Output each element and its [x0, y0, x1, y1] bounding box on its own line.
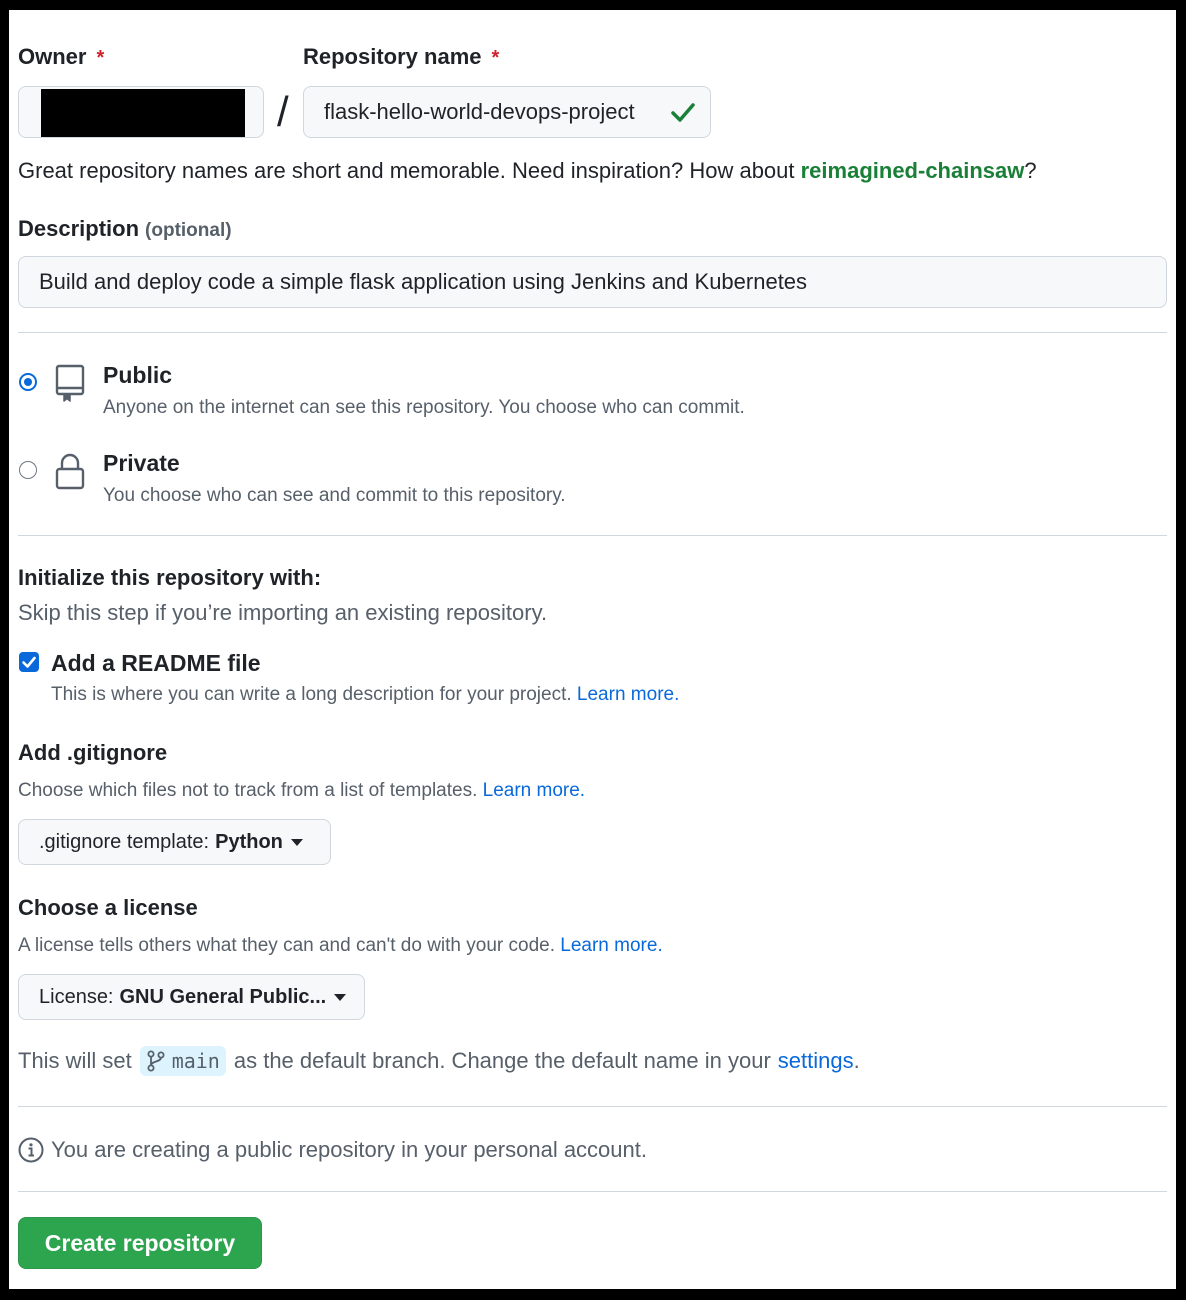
- public-desc: Anyone on the internet can see this repo…: [103, 397, 745, 418]
- gitignore-template-select[interactable]: .gitignore template: Python: [18, 819, 331, 865]
- divider: [18, 332, 1167, 333]
- checkmark-icon: [22, 656, 36, 668]
- create-repo-form: Owner * / Repository name * Great reposito…: [9, 10, 1176, 1289]
- gitignore-title: Add .gitignore: [18, 740, 168, 765]
- gitignore-desc-text: Choose which files not to track from a l…: [18, 780, 478, 801]
- gitignore-select-value: Python: [215, 830, 283, 853]
- private-radio[interactable]: [19, 461, 37, 479]
- hint-end: ?: [1024, 158, 1037, 183]
- description-input[interactable]: [39, 257, 1139, 307]
- branch-name: main: [171, 1049, 220, 1073]
- readme-checkbox[interactable]: [19, 652, 39, 672]
- private-desc: You choose who can see and commit to thi…: [103, 485, 566, 506]
- divider: [18, 1191, 1167, 1192]
- repo-name-label-text: Repository name: [303, 44, 482, 69]
- description-field[interactable]: [18, 256, 1167, 308]
- owner-redacted-value: [41, 89, 245, 137]
- gitignore-learn-more-link[interactable]: Learn more.: [483, 780, 585, 801]
- branch-pill: main: [139, 1046, 226, 1076]
- license-title: Choose a license: [18, 895, 198, 920]
- private-title: Private: [103, 450, 180, 476]
- license-select[interactable]: License: GNU General Public...: [18, 974, 365, 1020]
- readme-learn-more-link[interactable]: Learn more.: [577, 684, 679, 705]
- license-select-prefix: License:: [39, 985, 114, 1008]
- public-title: Public: [103, 362, 173, 388]
- git-branch-icon: [147, 1050, 165, 1072]
- lock-icon: [54, 452, 86, 497]
- default-branch-note: This will set main as the default branch…: [18, 1046, 860, 1076]
- license-desc-text: A license tells others what they can and…: [18, 935, 555, 956]
- readme-desc: This is where you can write a long descr…: [51, 684, 679, 706]
- owner-select[interactable]: [18, 86, 264, 138]
- owner-label: Owner *: [18, 44, 104, 70]
- chevron-down-icon: [334, 993, 347, 1001]
- name-suggestion-link[interactable]: reimagined-chainsaw: [801, 158, 1025, 183]
- init-title: Initialize this repository with:: [18, 565, 322, 590]
- repo-name-field[interactable]: [303, 86, 711, 138]
- repo-name-hint: Great repository names are short and mem…: [18, 158, 1037, 184]
- owner-label-text: Owner: [18, 44, 87, 69]
- info-text: You are creating a public repository in …: [51, 1137, 647, 1162]
- create-repository-button[interactable]: Create repository: [18, 1217, 262, 1269]
- branch-text-after: as the default branch. Change the defaul…: [233, 1048, 771, 1073]
- gitignore-desc: Choose which files not to track from a l…: [18, 780, 585, 802]
- required-mark: *: [96, 47, 105, 69]
- license-select-value: GNU General Public...: [119, 985, 327, 1008]
- description-label: Description (optional): [18, 216, 232, 242]
- hint-text: Great repository names are short and mem…: [18, 158, 801, 183]
- repo-icon: [54, 363, 86, 408]
- init-subtitle: Skip this step if you’re importing an ex…: [18, 600, 548, 625]
- owner-repo-separator: /: [277, 88, 289, 135]
- required-mark: *: [491, 47, 500, 69]
- description-label-text: Description: [18, 216, 140, 241]
- public-radio[interactable]: [19, 373, 37, 391]
- readme-label[interactable]: Add a README file: [51, 650, 261, 677]
- check-icon: [670, 100, 696, 129]
- info-icon: [18, 1137, 44, 1168]
- divider: [18, 535, 1167, 536]
- branch-text-before: This will set: [18, 1048, 132, 1073]
- optional-tag: (optional): [145, 220, 232, 241]
- license-learn-more-link[interactable]: Learn more.: [560, 935, 662, 956]
- chevron-down-icon: [290, 838, 303, 846]
- readme-desc-text: This is where you can write a long descr…: [51, 684, 572, 705]
- license-desc: A license tells others what they can and…: [18, 935, 663, 957]
- repo-name-label: Repository name *: [303, 44, 499, 70]
- gitignore-select-prefix: .gitignore template:: [39, 830, 210, 853]
- repo-name-input[interactable]: [324, 87, 662, 137]
- branch-text-end: .: [853, 1048, 860, 1073]
- divider: [18, 1106, 1167, 1107]
- settings-link[interactable]: settings: [778, 1048, 854, 1074]
